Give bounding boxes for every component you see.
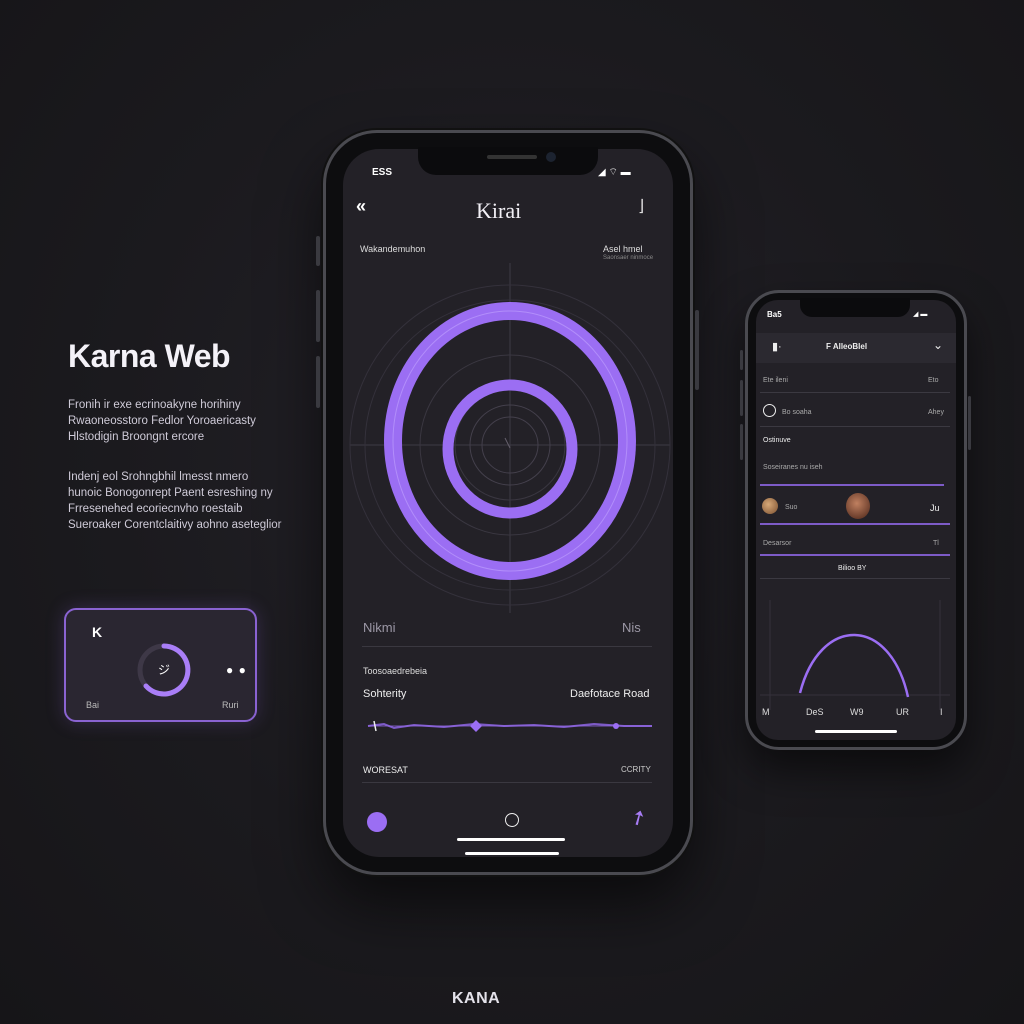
home-indicator (457, 838, 565, 841)
nav-home-button[interactable] (505, 813, 519, 827)
arc-chart (760, 600, 950, 710)
divider (362, 646, 652, 647)
footer-brand: KANA (452, 990, 501, 1007)
nav-record-button[interactable] (367, 812, 387, 832)
two-dots-icon[interactable]: ● ● (226, 663, 247, 677)
mid-label-right: Nis (622, 620, 641, 635)
accent-divider (760, 554, 950, 556)
section-label: Toosoaedrebeia (363, 666, 428, 676)
section-title: Bilioo BY (838, 565, 867, 572)
phone-volume-up (740, 380, 743, 416)
phone-power-button (695, 310, 699, 390)
avatar-row-value: Ju (930, 503, 940, 513)
subheader-right: Asel hmel (603, 244, 643, 254)
avatar[interactable] (846, 493, 870, 519)
tab-item[interactable]: DeS (806, 707, 824, 717)
back-icon[interactable]: « (356, 196, 366, 217)
divider (760, 578, 950, 579)
header-title: F AlleoBlel (826, 342, 868, 351)
row-value: Ahey (928, 409, 944, 416)
status-time: ESS (372, 167, 393, 178)
phone-side-button (740, 350, 743, 370)
phone-volume-up (316, 290, 320, 342)
row-title: Ostinuve (763, 437, 791, 444)
mini-card-ring-icon: ジ (137, 643, 191, 697)
record-icon[interactable] (763, 404, 776, 417)
mini-card-label-right: Ruri (222, 700, 239, 710)
row-label: Desarsor (763, 540, 792, 547)
phone-volume-down (740, 424, 743, 460)
row-value: Tl (933, 540, 939, 547)
divider (760, 426, 950, 427)
row-subtitle: Soseiranes nu iseh (763, 464, 823, 471)
chevron-down-icon[interactable]: ⌄ (933, 338, 943, 352)
home-indicator-secondary (465, 852, 559, 855)
row-label: Bo soaha (782, 409, 812, 416)
tab-item[interactable]: I (940, 707, 943, 717)
phone-side-button (316, 236, 320, 266)
phone-camera (546, 152, 556, 162)
subheader-left: Wakandemuhon (360, 244, 426, 254)
app-title: Kirai (476, 198, 522, 223)
mini-card-label-left: Bai (86, 700, 100, 710)
mini-card-logo: K (92, 624, 103, 640)
accent-divider (760, 484, 944, 486)
footer-label-right: CCRITY (621, 765, 651, 774)
signal-icon: ◢ ⌔ ▬ (598, 167, 631, 178)
audio-slider[interactable] (364, 718, 654, 734)
brand-description-1: Fronih ir exe ecrinoakyne horihiny Rwaon… (68, 399, 256, 443)
mini-widget-card[interactable]: K ジ ● ● Bai Ruri (64, 608, 257, 722)
footer-label-left: WORESAT (363, 765, 408, 775)
status-time: Ba5 (767, 310, 782, 319)
brand-description-2: Indenj eol Srohngbhil lmesst nmero hunoi… (68, 471, 282, 531)
mid-label-left: Nikmi (363, 620, 396, 635)
avatar-row-label: Suo (785, 504, 798, 511)
divider (760, 392, 950, 393)
row-label: Ete ileni (763, 377, 788, 384)
phone-volume-down (316, 356, 320, 408)
home-indicator (815, 730, 897, 733)
radial-visualizer[interactable] (345, 258, 675, 618)
slider-thumb (470, 720, 482, 732)
row-label-right: Daefotace Road (570, 688, 650, 700)
row-value: Eto (928, 377, 939, 384)
phone-speaker (487, 155, 537, 159)
phone-notch (800, 298, 910, 317)
row-label-left: Sohterity (363, 688, 407, 700)
mini-card-ring-text: ジ (158, 663, 170, 677)
phone-power-button (968, 396, 971, 450)
accent-divider (760, 523, 950, 525)
avatar[interactable] (762, 498, 778, 514)
signal-icon: ◢ ▬ (913, 311, 928, 318)
tab-item[interactable]: UR (896, 707, 909, 717)
mic-icon[interactable]: ⌋ (638, 196, 644, 216)
tab-item[interactable]: W9 (850, 707, 864, 717)
divider (362, 782, 652, 783)
tab-item[interactable]: M (762, 707, 770, 717)
brand-title: Karna Web (68, 338, 231, 374)
menu-icon[interactable]: ▮· (772, 340, 782, 353)
phone-notch (418, 147, 598, 175)
